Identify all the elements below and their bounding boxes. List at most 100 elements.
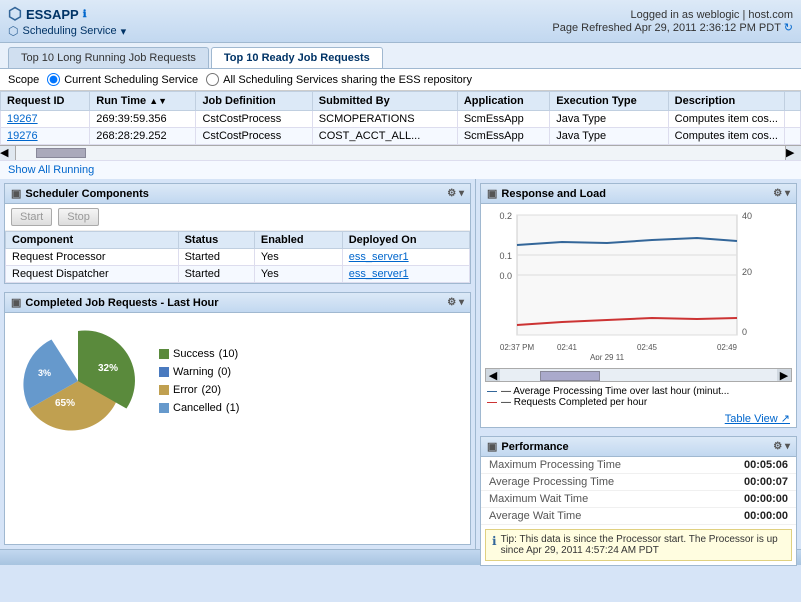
legend-error-label: Error xyxy=(173,381,197,399)
svg-text:0: 0 xyxy=(742,327,747,337)
table-area: Request ID Run Time ▲▼ Job Definition Su… xyxy=(0,91,801,160)
scope-radio2[interactable] xyxy=(206,73,219,86)
performance-panel-title: Performance xyxy=(501,441,568,453)
perf-value-3: 00:00:00 xyxy=(744,493,788,505)
refresh-icon[interactable]: ↻ xyxy=(784,22,793,34)
scope-option2[interactable]: All Scheduling Services sharing the ESS … xyxy=(206,73,472,86)
logged-in-text: Logged in as weblogic | host.com xyxy=(552,9,793,21)
dropdown-icon[interactable]: ▾ xyxy=(121,25,127,38)
svg-text:Apr 29 11: Apr 29 11 xyxy=(590,353,625,360)
avg-line-icon: — xyxy=(487,386,497,397)
components-table: Component Status Enabled Deployed On Req… xyxy=(5,231,470,283)
scope-radio1[interactable] xyxy=(47,73,60,86)
app-subtitle: ⬡ Scheduling Service ▾ xyxy=(8,24,126,38)
legend-success-count: (10) xyxy=(219,345,239,363)
row2-desc: Computes item cos... xyxy=(668,128,784,145)
gear-icon4[interactable]: ⚙ ▾ xyxy=(773,441,790,452)
col-request-id[interactable]: Request ID xyxy=(1,92,90,111)
comp-row: Request Dispatcher Started Yes ess_serve… xyxy=(6,266,470,283)
comp-name-1: Request Processor xyxy=(6,249,179,266)
perf-label-1: Maximum Processing Time xyxy=(489,459,621,471)
table-row: 19276 268:28:29.252 CstCostProcess COST_… xyxy=(1,128,801,145)
legend-warning: Warning (0) xyxy=(159,363,239,381)
stop-button[interactable]: Stop xyxy=(58,208,99,226)
table-scroll: Request ID Run Time ▲▼ Job Definition Su… xyxy=(0,91,801,145)
row2-runtime: 268:28:29.252 xyxy=(90,128,196,145)
collapse-icon2[interactable]: ▣ xyxy=(11,296,21,309)
comp-deployed-2[interactable]: ess_server1 xyxy=(349,268,409,280)
scope-option1-label: Current Scheduling Service xyxy=(64,74,198,86)
row2-id[interactable]: 19276 xyxy=(7,130,38,142)
start-button[interactable]: Start xyxy=(11,208,52,226)
comp-col-status: Status xyxy=(178,232,254,249)
chart-legend-area: — — Average Processing Time over last ho… xyxy=(481,384,796,410)
legend-warning-dot xyxy=(159,367,169,377)
hscroll-thumb[interactable] xyxy=(36,148,86,158)
row2-exec: Java Type xyxy=(550,128,668,145)
gear-icon3[interactable]: ⚙ ▾ xyxy=(773,188,790,199)
legend-cancelled-dot xyxy=(159,403,169,413)
row1-runtime: 269:39:59.356 xyxy=(90,111,196,128)
gear-icon[interactable]: ⚙ ▾ xyxy=(447,188,464,199)
tip-icon: ℹ xyxy=(492,534,497,556)
perf-value-1: 00:05:06 xyxy=(744,459,788,471)
scrollbar-left[interactable]: ◀ xyxy=(486,369,500,381)
col-app[interactable]: Application xyxy=(457,92,549,111)
row2-submitted: COST_ACCT_ALL... xyxy=(312,128,457,145)
comp-deployed-1[interactable]: ess_server1 xyxy=(349,251,409,263)
scrollbar-thumb[interactable] xyxy=(540,371,600,381)
legend-error-dot xyxy=(159,385,169,395)
tab-long-running[interactable]: Top 10 Long Running Job Requests xyxy=(8,47,209,68)
legend-cancelled-count: (1) xyxy=(226,399,239,417)
collapse-icon4[interactable]: ▣ xyxy=(487,440,497,453)
svg-text:20: 20 xyxy=(742,267,752,277)
line-chart: 0.2 0.1 0.0 40 20 0 02:37 PM 02:41 02:45… xyxy=(487,210,757,360)
perf-row-2: Average Processing Time 00:00:07 xyxy=(481,474,796,491)
info-icon[interactable]: ℹ xyxy=(83,9,87,20)
response-panel-header: ▣ Response and Load ⚙ ▾ xyxy=(481,184,796,204)
completed-panel-header: ▣ Completed Job Requests - Last Hour ⚙ ▾ xyxy=(5,293,470,313)
legend-error: Error (20) xyxy=(159,381,239,399)
perf-label-2: Average Processing Time xyxy=(489,476,614,488)
table-hscroll[interactable]: ◀ ▶ xyxy=(0,145,801,159)
hscroll-track[interactable] xyxy=(16,146,785,160)
svg-text:02:37 PM: 02:37 PM xyxy=(500,343,535,352)
scope-option1[interactable]: Current Scheduling Service xyxy=(47,73,198,86)
row1-submitted: SCMOPERATIONS xyxy=(312,111,457,128)
scrollbar-right[interactable]: ▶ xyxy=(777,369,791,381)
app-name: ESSAPP xyxy=(26,7,79,22)
collapse-icon[interactable]: ▣ xyxy=(11,187,21,200)
gear-icon2[interactable]: ⚙ ▾ xyxy=(447,297,464,308)
refresh-label: Page Refreshed Apr 29, 2011 2:36:12 PM P… xyxy=(552,22,780,34)
legend-cancelled: Cancelled (1) xyxy=(159,399,239,417)
hscroll-right-btn[interactable]: ▶ xyxy=(785,146,801,160)
hscroll-left-btn[interactable]: ◀ xyxy=(0,146,16,160)
refresh-text: Page Refreshed Apr 29, 2011 2:36:12 PM P… xyxy=(552,21,793,34)
comp-status-2: Started xyxy=(178,266,254,283)
performance-panel: ▣ Performance ⚙ ▾ Maximum Processing Tim… xyxy=(480,436,797,566)
header: ⬡ ESSAPP ℹ ⬡ Scheduling Service ▾ Logged… xyxy=(0,0,801,43)
comp-enabled-2: Yes xyxy=(254,266,342,283)
avg-processing-label: — Average Processing Time over last hour… xyxy=(501,386,729,397)
perf-value-2: 00:00:07 xyxy=(744,476,788,488)
comp-col-component: Component xyxy=(6,232,179,249)
table-view-link[interactable]: Table View ↗ xyxy=(481,410,796,427)
legend-requests: — — Requests Completed per hour xyxy=(487,397,790,408)
legend-success: Success (10) xyxy=(159,345,239,363)
collapse-icon3[interactable]: ▣ xyxy=(487,187,497,200)
col-job-def[interactable]: Job Definition xyxy=(196,92,312,111)
col-run-time[interactable]: Run Time ▲▼ xyxy=(90,92,196,111)
legend-warning-count: (0) xyxy=(218,363,231,381)
show-all-link[interactable]: Show All Running xyxy=(0,160,801,179)
col-submitted[interactable]: Submitted By xyxy=(312,92,457,111)
job-table: Request ID Run Time ▲▼ Job Definition Su… xyxy=(0,91,801,145)
scrollbar-track[interactable] xyxy=(500,369,777,381)
col-exec[interactable]: Execution Type xyxy=(550,92,668,111)
completed-header-left: ▣ Completed Job Requests - Last Hour xyxy=(11,296,219,309)
tab-ready[interactable]: Top 10 Ready Job Requests xyxy=(211,47,383,68)
scope-option2-label: All Scheduling Services sharing the ESS … xyxy=(223,74,472,86)
perf-header-left: ▣ Performance xyxy=(487,440,569,453)
chart-scrollbar[interactable]: ◀ ▶ xyxy=(485,368,792,382)
row1-id[interactable]: 19267 xyxy=(7,113,38,125)
col-desc[interactable]: Description xyxy=(668,92,784,111)
